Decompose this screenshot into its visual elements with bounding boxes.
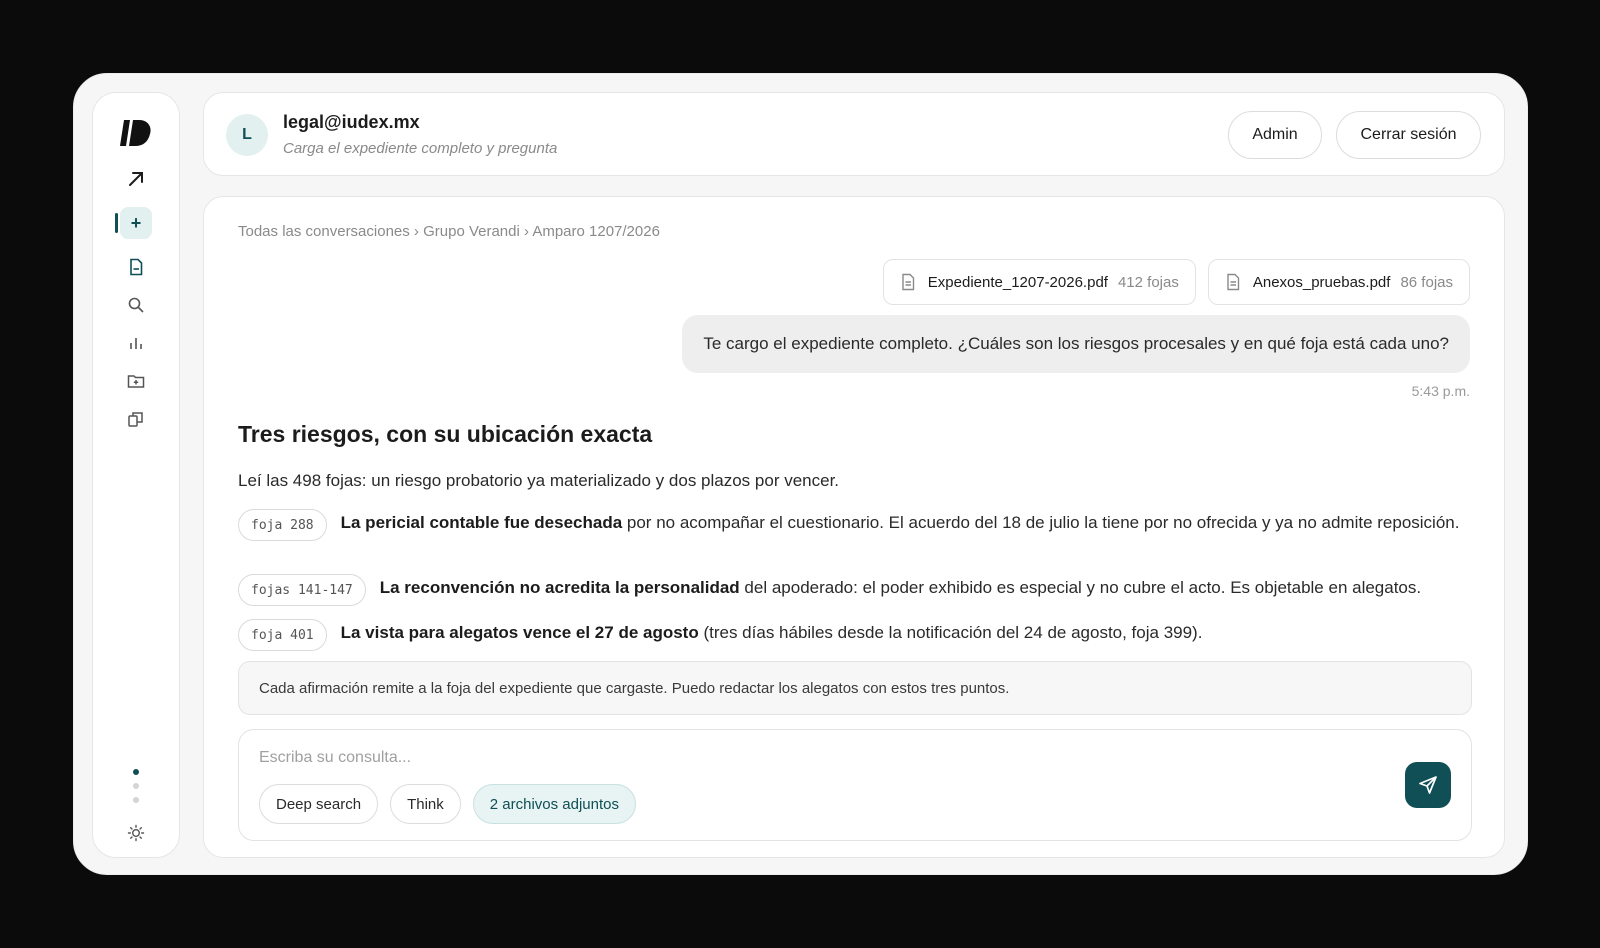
answer-note: Cada afirmación remite a la foja del exp… (238, 661, 1472, 715)
risk-item: fojas 141-147 La reconvención no acredit… (238, 574, 1472, 606)
send-icon (1419, 776, 1437, 794)
attachments-chip[interactable]: 2 archivos adjuntos (472, 784, 636, 824)
send-button[interactable] (1405, 762, 1451, 808)
logo-icon[interactable] (116, 115, 156, 151)
breadcrumb[interactable]: Todas las conversaciones › Grupo Verandi… (238, 223, 660, 240)
avatar[interactable]: L (226, 114, 268, 156)
answer-intro: Leí las 498 fojas: un riesgo probatorio … (238, 471, 840, 490)
chat-panel: Todas las conversaciones › Grupo Verandi… (203, 196, 1505, 858)
think-toggle[interactable]: Think (390, 784, 461, 824)
file-name: Anexos_pruebas.pdf (1252, 273, 1391, 291)
answer-title: Tres riesgos, con su ubicación exacta (238, 421, 653, 447)
risk-detail: por no acompañar el cuestionario. El acu… (622, 513, 1460, 532)
dot (133, 797, 139, 803)
risk-detail: del apoderado: el poder exhibido es espe… (739, 578, 1422, 597)
plus-icon: + (130, 212, 142, 233)
file-chip[interactable]: Anexos_pruebas.pdf 86 fojas (1207, 259, 1470, 305)
copy-icon[interactable] (124, 407, 148, 431)
file-pages: 412 fojas (1117, 273, 1179, 291)
risk-text: La vista para alegatos vence el 27 de ag… (341, 619, 1203, 646)
risk-detail: (tres días hábiles desde la notificación… (698, 623, 1203, 642)
attached-files: Expediente_1207-2026.pdf 412 fojas Anexo… (882, 259, 1470, 305)
bar-chart-icon[interactable] (124, 331, 148, 355)
document-icon[interactable] (124, 255, 148, 279)
deep-search-toggle[interactable]: Deep search (259, 784, 379, 824)
message-timestamp: 5:43 p.m. (1411, 383, 1470, 399)
active-indicator (115, 213, 118, 233)
file-icon (902, 273, 914, 291)
composer: Deep search Think 2 archivos adjuntos (238, 729, 1472, 841)
search-icon[interactable] (124, 293, 148, 317)
risk-item: foja 288 La pericial contable fue desech… (238, 509, 1472, 541)
file-name: Expediente_1207-2026.pdf (927, 273, 1108, 291)
arrow-up-right-icon[interactable] (122, 165, 150, 193)
sidebar: + (92, 92, 180, 858)
user-subtitle: Carga el expediente completo y pregunta (283, 140, 558, 157)
app-window: + L legal@iudex.mx Carga el expediente c (73, 73, 1528, 875)
folder-add-icon[interactable] (124, 369, 148, 393)
dot (133, 783, 139, 789)
risk-headline: La pericial contable fue desechada (340, 513, 623, 532)
risk-headline: La vista para alegatos vence el 27 de ag… (340, 623, 699, 642)
file-icon (1227, 273, 1240, 291)
foja-tag[interactable]: foja 401 (238, 619, 327, 651)
foja-tag[interactable]: foja 288 (238, 509, 327, 541)
query-input[interactable] (259, 746, 1339, 770)
file-chip[interactable]: Expediente_1207-2026.pdf 412 fojas (882, 259, 1196, 305)
foja-tag[interactable]: fojas 141-147 (238, 574, 366, 606)
new-chat-button[interactable]: + (120, 207, 152, 239)
user-email: legal@iudex.mx (283, 112, 420, 132)
logout-button[interactable]: Cerrar sesión (1336, 111, 1481, 159)
dot (133, 769, 139, 775)
admin-button[interactable]: Admin (1228, 111, 1322, 159)
risk-text: La reconvención no acredita la personali… (380, 574, 1421, 601)
risk-text: La pericial contable fue desechada por n… (341, 509, 1460, 536)
sun-icon[interactable] (124, 821, 148, 845)
composer-options: Deep search Think 2 archivos adjuntos (259, 784, 636, 824)
pagination-dots (133, 769, 139, 803)
risk-headline: La reconvención no acredita la personali… (379, 578, 740, 597)
top-header: L legal@iudex.mx Carga el expediente com… (203, 92, 1505, 176)
user-message-bubble: Te cargo el expediente completo. ¿Cuáles… (682, 315, 1470, 373)
risk-item: foja 401 La vista para alegatos vence el… (238, 619, 1472, 651)
file-pages: 86 fojas (1400, 273, 1453, 291)
